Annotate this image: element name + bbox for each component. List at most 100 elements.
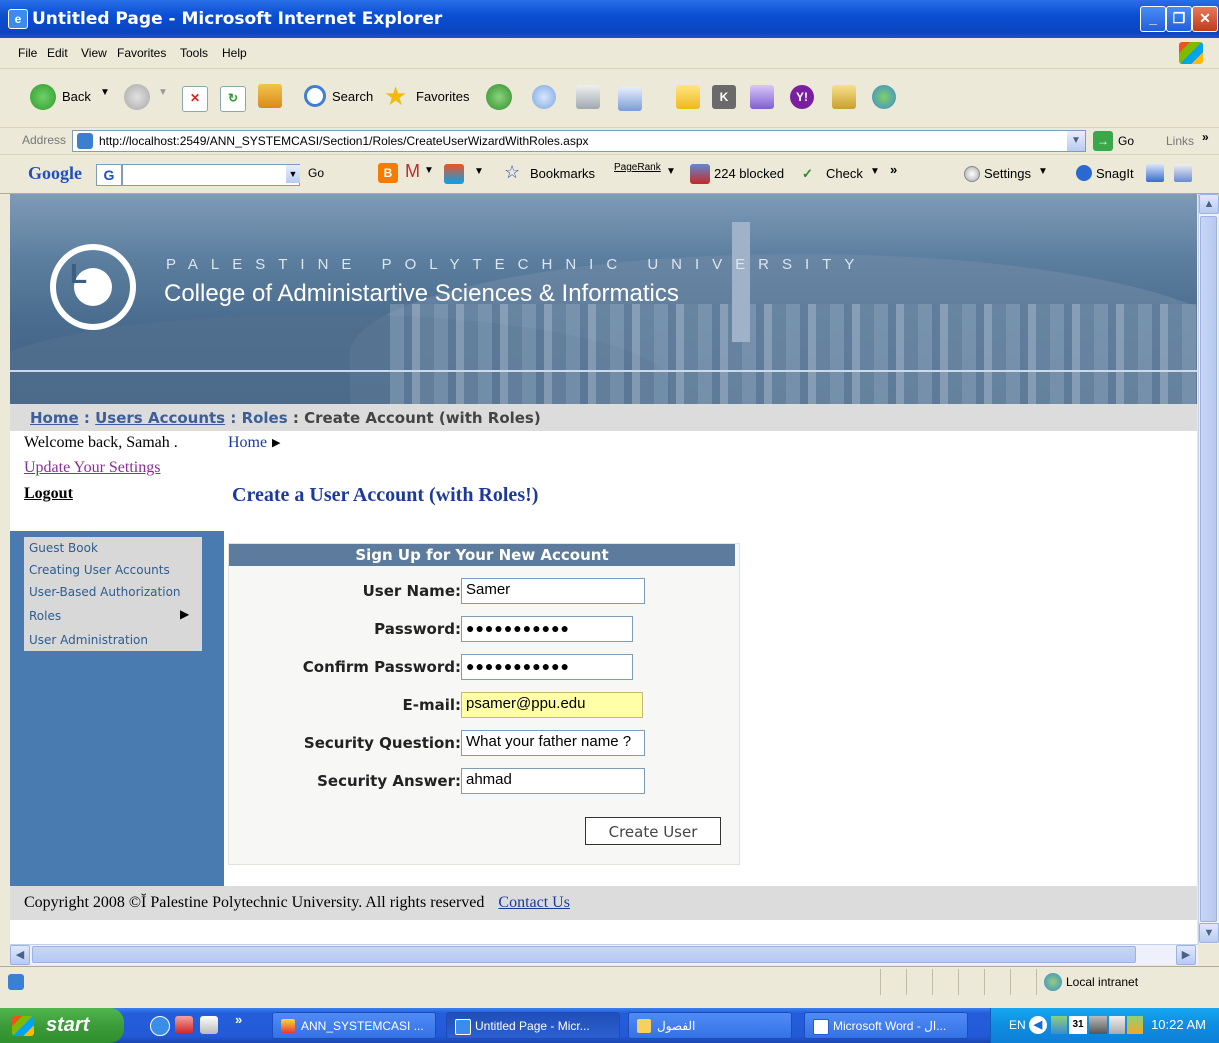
menu-favorites[interactable]: Favorites [117, 46, 166, 60]
popup-blocked-count[interactable]: 224 blocked [714, 166, 784, 181]
calendar-icon[interactable]: 31 [1069, 1016, 1087, 1034]
sidebar-item-roles[interactable]: Roles [29, 609, 61, 623]
scroll-down-icon[interactable]: ▼ [1199, 923, 1219, 943]
notes-icon[interactable] [676, 85, 700, 109]
tray-app-icon[interactable] [1127, 1016, 1143, 1034]
snagit-editor-icon[interactable] [1174, 164, 1192, 182]
start-button[interactable]: start [0, 1008, 124, 1043]
blogger-icon[interactable]: B [378, 163, 398, 183]
gmail-icon[interactable]: M [405, 161, 420, 182]
refresh-icon[interactable]: ↻ [220, 86, 246, 112]
address-input[interactable]: http://localhost:2549/ANN_SYSTEMCASI/Sec… [72, 130, 1086, 152]
username-field[interactable]: Samer [461, 578, 645, 604]
volume-icon[interactable] [1109, 1016, 1125, 1034]
sidebar-item-guest-book[interactable]: Guest Book [29, 541, 98, 555]
google-dropdown-icon[interactable]: ▼ [286, 165, 300, 183]
menu-tools[interactable]: Tools [180, 46, 208, 60]
google-g-icon[interactable]: G [96, 164, 122, 186]
update-settings-link[interactable]: Update Your Settings [24, 459, 160, 477]
go-arrow-icon[interactable]: → [1093, 131, 1113, 151]
scroll-left-icon[interactable]: ◀ [10, 945, 30, 965]
breadcrumb-users-accounts[interactable]: Users Accounts [95, 409, 225, 427]
more-chevron-icon[interactable]: » [890, 162, 897, 177]
pagerank-label[interactable]: PageRank [614, 162, 661, 173]
back-arrow-icon[interactable] [30, 84, 56, 110]
gmail-dropdown-icon[interactable]: ▼ [424, 165, 434, 176]
pagerank-dropdown-icon[interactable]: ▼ [666, 166, 676, 177]
google-search-input[interactable] [122, 164, 300, 186]
links-button[interactable]: Links [1166, 134, 1194, 148]
scroll-up-icon[interactable]: ▲ [1199, 194, 1219, 214]
window-title-bar[interactable]: e Untitled Page - Microsoft Internet Exp… [0, 0, 1219, 38]
home-icon[interactable] [258, 84, 282, 108]
breadcrumb-roles[interactable]: Roles [242, 409, 288, 427]
taskbar-item-folder[interactable]: الفصول [628, 1012, 792, 1039]
tray-collapse-icon[interactable]: ◀ [1029, 1016, 1047, 1034]
gadgets-dropdown-icon[interactable]: ▼ [474, 166, 484, 177]
security-answer-field[interactable]: ahmad [461, 768, 645, 794]
favorites-button[interactable]: Favorites [416, 89, 469, 104]
ie-quicklaunch-icon[interactable] [150, 1016, 170, 1036]
messenger-icon[interactable] [750, 85, 774, 109]
address-dropdown-icon[interactable]: ▼ [1067, 131, 1085, 151]
sidebar-item-creating-user-accounts[interactable]: Creating User Accounts [29, 563, 170, 577]
quicklaunch-icon[interactable] [175, 1016, 193, 1034]
quicklaunch-icon[interactable] [200, 1016, 218, 1034]
back-button[interactable]: Back [62, 89, 91, 104]
bookmarks-star-icon[interactable]: ☆ [504, 162, 520, 183]
k-tray-icon[interactable] [1089, 1016, 1107, 1034]
forward-arrow-icon[interactable] [124, 84, 150, 110]
quicklaunch-more-icon[interactable]: » [235, 1012, 242, 1027]
language-indicator[interactable]: EN [1009, 1018, 1026, 1032]
taskbar-item-word[interactable]: Microsoft Word - ال... [804, 1012, 968, 1039]
edit-icon[interactable] [618, 87, 642, 111]
gadgets-icon[interactable] [444, 164, 464, 184]
horizontal-scrollbar[interactable]: ◀ ▶ [10, 944, 1198, 965]
sitemap-home-link[interactable]: Home [228, 434, 267, 452]
print-icon[interactable] [576, 85, 600, 109]
check-dropdown-icon[interactable]: ▼ [870, 166, 880, 177]
settings-dropdown-icon[interactable]: ▼ [1038, 166, 1048, 177]
vertical-scrollbar[interactable]: ▲ ▼ [1198, 194, 1219, 944]
scroll-right-icon[interactable]: ▶ [1176, 945, 1196, 965]
menu-file[interactable]: File [18, 46, 37, 60]
confirm-password-field[interactable]: ●●●●●●●●●●● [461, 654, 633, 680]
contact-us-link[interactable]: Contact Us [498, 894, 570, 911]
menu-edit[interactable]: Edit [47, 46, 68, 60]
google-go-button[interactable]: Go [308, 166, 324, 180]
favorites-star-icon[interactable]: ★ [384, 81, 407, 112]
check-button[interactable]: Check [826, 166, 863, 181]
horizontal-scroll-thumb[interactable] [32, 946, 1136, 963]
stop-icon[interactable]: ✕ [182, 86, 208, 112]
vertical-scroll-thumb[interactable] [1200, 216, 1217, 922]
sidebar-item-user-based-authorization[interactable]: User-Based Authorization [29, 585, 181, 599]
search-icon[interactable] [304, 85, 326, 107]
password-field[interactable]: ●●●●●●●●●●● [461, 616, 633, 642]
settings-button[interactable]: Settings [984, 166, 1031, 181]
back-dropdown-icon[interactable]: ▼ [100, 87, 110, 98]
sidebar-item-user-administration[interactable]: User Administration [29, 633, 148, 647]
links-chevron-icon[interactable]: » [1202, 130, 1209, 144]
create-user-button[interactable]: Create User [585, 817, 721, 845]
research-icon[interactable] [832, 85, 856, 109]
forward-dropdown-icon[interactable]: ▼ [158, 87, 168, 98]
snagit-button[interactable]: SnagIt [1096, 166, 1134, 181]
spellcheck-icon[interactable]: ✓ [802, 166, 813, 182]
close-button[interactable]: ✕ [1192, 6, 1218, 32]
yahoo-icon[interactable]: Y! [790, 85, 814, 109]
k-icon[interactable]: K [712, 85, 736, 109]
bookmarks-button[interactable]: Bookmarks [530, 166, 595, 181]
security-question-field[interactable]: What your father name ? [461, 730, 645, 756]
mail-icon[interactable] [532, 85, 556, 109]
clock[interactable]: 10:22 AM [1151, 1017, 1206, 1032]
taskbar-item-untitled-page[interactable]: Untitled Page - Micr... [446, 1012, 620, 1039]
menu-help[interactable]: Help [222, 46, 247, 60]
email-field[interactable]: psamer@ppu.edu [461, 692, 643, 718]
contacts-icon[interactable] [872, 85, 896, 109]
snagit-capture-icon[interactable] [1146, 164, 1164, 182]
go-button[interactable]: Go [1118, 134, 1134, 148]
search-button[interactable]: Search [332, 89, 373, 104]
breadcrumb-home[interactable]: Home [30, 409, 79, 427]
minimize-button[interactable]: _ [1140, 6, 1166, 32]
menu-view[interactable]: View [81, 46, 107, 60]
